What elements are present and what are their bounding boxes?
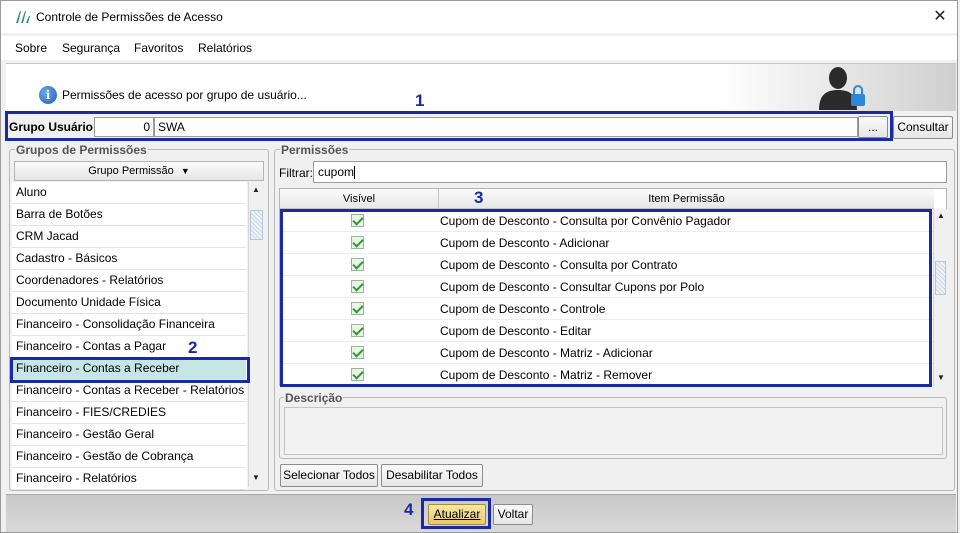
- descricao-textarea[interactable]: [284, 407, 943, 455]
- col-item-header[interactable]: Item Permissão: [439, 189, 934, 209]
- menu-seguranca[interactable]: Segurança: [62, 41, 120, 55]
- step-1-marker: 1: [415, 91, 425, 110]
- scroll-thumb[interactable]: [250, 210, 263, 240]
- col-visivel-header[interactable]: Visível: [280, 189, 439, 209]
- grupo-list-item[interactable]: Financeiro - Gestão Geral: [12, 424, 246, 446]
- grupo-list-item[interactable]: Financeiro - Contas a Receber - Relatóri…: [12, 380, 246, 402]
- close-button[interactable]: ✕: [927, 5, 953, 29]
- filter-label: Filtrar:: [279, 166, 313, 180]
- menu-favoritos[interactable]: Favoritos: [134, 41, 183, 55]
- grupo-list-item[interactable]: Documento Unidade Física: [12, 292, 246, 314]
- text-caret: [354, 166, 356, 180]
- grupos-scrollbar[interactable]: ▲ ▼: [248, 182, 264, 487]
- banner-text: Permissões de acesso por grupo de usuári…: [62, 88, 307, 102]
- desabilitar-todos-button[interactable]: Desabilitar Todos: [381, 464, 483, 487]
- grupo-list-item[interactable]: Financeiro - FIES/CREDIES: [12, 402, 246, 424]
- app-window: Controle de Permissões de Acesso ✕ Sobre…: [0, 0, 958, 533]
- menu-sobre[interactable]: Sobre: [15, 41, 47, 55]
- permissoes-scrollbar[interactable]: ▲ ▼: [933, 209, 947, 386]
- scroll-thumb[interactable]: [935, 261, 946, 295]
- scroll-up-icon[interactable]: ▲: [934, 209, 948, 223]
- grupo-list-item[interactable]: CRM Jacad: [12, 226, 246, 248]
- grupos-permissoes-title: Grupos de Permissões: [15, 143, 148, 157]
- filter-input-value: cupom: [318, 165, 355, 179]
- grupos-list: Aluno Barra de Botões CRM Jacad Cadastro - …: [12, 182, 247, 490]
- info-icon: i: [39, 86, 57, 104]
- grupo-list-item[interactable]: Coordenadores - Relatórios: [12, 270, 246, 292]
- step-4-marker: 4: [404, 500, 414, 519]
- sort-down-icon: ▼: [180, 166, 190, 176]
- window-title: Controle de Permissões de Acesso: [36, 10, 223, 24]
- step-2-highlight: [10, 357, 250, 383]
- grupo-usuario-code-field[interactable]: 0: [94, 117, 154, 137]
- grupo-permissao-header[interactable]: Grupo Permissão ▼: [14, 161, 264, 181]
- scroll-down-icon[interactable]: ▼: [249, 471, 263, 485]
- grupo-list-item[interactable]: Barra de Botões: [12, 204, 246, 226]
- user-lock-icon: [819, 67, 865, 110]
- menu-bar: Sobre Segurança Favoritos Relatórios: [1, 36, 957, 60]
- title-bar: Controle de Permissões de Acesso ✕: [1, 1, 957, 33]
- grupo-usuario-name-field[interactable]: SWA: [154, 117, 858, 137]
- grupo-usuario-label: Grupo Usuário:: [9, 120, 98, 134]
- permissoes-title: Permissões: [280, 143, 350, 157]
- grupo-list-item[interactable]: Financeiro - Relatórios: [12, 468, 246, 490]
- browse-button[interactable]: ...: [858, 116, 888, 138]
- descricao-title: Descrição: [284, 391, 344, 405]
- consultar-button[interactable]: Consultar: [893, 116, 953, 139]
- filter-input[interactable]: cupom: [313, 161, 947, 183]
- step-3-highlight: [280, 209, 932, 387]
- selecionar-todos-button[interactable]: Selecionar Todos: [280, 464, 378, 487]
- grupo-list-item[interactable]: Aluno: [12, 182, 246, 204]
- atualizar-button[interactable]: Atualizar: [428, 504, 486, 525]
- grupo-list-item[interactable]: Financeiro - Contas a Pagar: [12, 336, 246, 358]
- grupo-list-item[interactable]: Financeiro - Gestão de Cobrança: [12, 446, 246, 468]
- grupo-list-item[interactable]: Financeiro - Consolidação Financeira: [12, 314, 246, 336]
- scroll-up-icon[interactable]: ▲: [249, 183, 263, 197]
- step-3-marker: 3: [474, 188, 484, 207]
- voltar-button[interactable]: Voltar: [493, 504, 533, 525]
- grupo-permissao-header-label: Grupo Permissão: [88, 165, 174, 177]
- header-banner: i Permissões de acesso por grupo de usuá…: [6, 63, 956, 111]
- step-2-marker: 2: [188, 338, 198, 357]
- scroll-down-icon[interactable]: ▼: [934, 371, 948, 385]
- menu-relatorios[interactable]: Relatórios: [198, 41, 252, 55]
- app-logo-icon: [16, 11, 30, 23]
- grupo-list-item[interactable]: Cadastro - Básicos: [12, 248, 246, 270]
